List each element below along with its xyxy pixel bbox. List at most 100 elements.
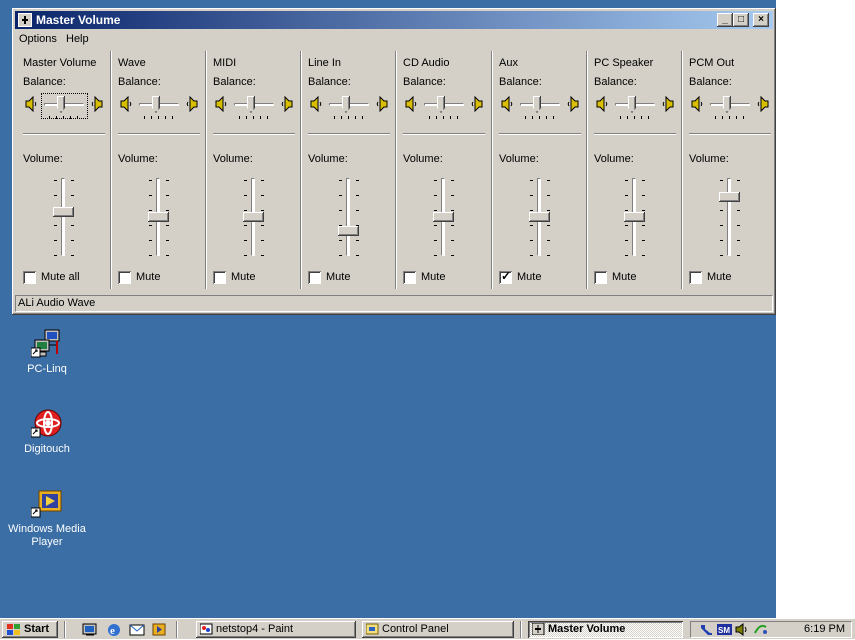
show-desktop-icon[interactable] <box>82 622 98 637</box>
speaker-left-icon <box>689 95 705 113</box>
speaker-right-icon <box>279 95 295 113</box>
desktop-icon-windows-media-player[interactable]: Windows Media Player <box>2 488 92 549</box>
mute-label: Mute <box>136 271 161 283</box>
volume-slider-thumb[interactable] <box>243 212 264 222</box>
title-bar[interactable]: Master Volume _ □ × <box>15 11 773 29</box>
balance-label: Balance: <box>118 76 161 88</box>
channel-divider <box>213 133 295 135</box>
volume-track[interactable] <box>346 178 350 256</box>
speaker-tray-icon[interactable] <box>735 623 750 636</box>
menu-bar: Options Help <box>15 30 773 48</box>
status-bar: ALi Audio Wave <box>15 295 773 312</box>
volume-ticks-right <box>356 180 360 256</box>
balance-slider-thumb[interactable] <box>342 96 350 113</box>
window-title: Master Volume <box>36 13 121 27</box>
channel-divider <box>403 133 485 135</box>
balance-slider-thumb[interactable] <box>152 96 160 113</box>
paint-icon <box>199 623 213 635</box>
mute-checkbox[interactable]: ✓ <box>499 269 512 284</box>
taskbar-button-label: Control Panel <box>382 623 449 635</box>
balance-slider-thumb[interactable] <box>533 96 541 113</box>
speaker-right-icon <box>374 95 390 113</box>
close-button[interactable]: × <box>753 13 769 27</box>
taskbar-button-control-panel[interactable]: Control Panel <box>362 621 514 638</box>
volume-ticks-right <box>71 180 75 256</box>
volume-icon <box>18 13 32 27</box>
balance-label: Balance: <box>213 76 256 88</box>
volume-slider-thumb[interactable] <box>529 212 550 222</box>
mute-checkbox[interactable] <box>403 271 416 284</box>
mute-checkbox[interactable] <box>23 271 36 284</box>
channel-pcm-out: PCM Out Balance: Volume: Mute <box>683 51 778 292</box>
mute-checkbox[interactable] <box>689 271 702 284</box>
balance-label: Balance: <box>594 76 637 88</box>
channel-divider <box>23 133 105 135</box>
volume-label: Volume: <box>23 153 63 165</box>
taskbar-button-label: Master Volume <box>548 623 626 635</box>
volume-slider-thumb[interactable] <box>53 207 74 217</box>
maximize-button[interactable]: □ <box>733 13 749 27</box>
outlook-express-icon[interactable] <box>129 622 145 637</box>
balance-ticks <box>525 116 555 120</box>
channel-divider <box>689 133 771 135</box>
balance-slider-thumb[interactable] <box>247 96 255 113</box>
volume-slider-thumb[interactable] <box>719 192 740 202</box>
focus-indicator <box>41 93 88 119</box>
channel-name: MIDI <box>213 57 237 69</box>
taskbar-button-paint[interactable]: netstop4 - Paint <box>196 621 356 638</box>
desktop-icon-pc-linq[interactable]: PC-Linq <box>2 328 92 376</box>
digitouch-icon <box>30 408 63 440</box>
speaker-left-icon <box>118 95 134 113</box>
desktop: PC-Linq Digitouch Windows Media Player M… <box>0 0 855 618</box>
media-player-quick-icon[interactable] <box>151 622 167 637</box>
volume-icon <box>531 622 545 636</box>
channel-divider <box>308 133 390 135</box>
channel-midi: MIDI Balance: Volume: Mute <box>207 51 302 292</box>
balance-slider-thumb[interactable] <box>723 96 731 113</box>
desktop-icon-digitouch[interactable]: Digitouch <box>2 408 92 456</box>
system-tray: SM 6:19 PM <box>690 621 852 638</box>
channel-name: PC Speaker <box>594 57 654 69</box>
volume-slider-thumb[interactable] <box>624 212 645 222</box>
mixer-panel: Master Volume Balance: Volume: Mute all Wave… <box>17 51 771 292</box>
internet-explorer-icon[interactable]: e <box>106 622 122 637</box>
taskbar-clock[interactable]: 6:19 PM <box>804 623 845 635</box>
minimize-button[interactable]: _ <box>717 13 733 27</box>
phone-tray-icon[interactable] <box>699 623 714 636</box>
balance-label: Balance: <box>499 76 542 88</box>
mute-label: Mute <box>231 271 256 283</box>
balance-slider-thumb[interactable] <box>628 96 636 113</box>
balance-ticks <box>715 116 745 120</box>
volume-track[interactable] <box>61 178 65 256</box>
volume-track[interactable] <box>727 178 731 256</box>
mute-checkbox[interactable] <box>213 271 226 284</box>
mute-checkbox[interactable] <box>594 271 607 284</box>
volume-slider-thumb[interactable] <box>338 226 359 236</box>
control-panel-icon <box>365 623 379 635</box>
speaker-right-icon <box>89 95 105 113</box>
checkmark-icon: ✓ <box>501 269 512 283</box>
volume-slider-thumb[interactable] <box>148 212 169 222</box>
menu-options[interactable]: Options <box>19 33 57 45</box>
mute-checkbox[interactable] <box>308 271 321 284</box>
volume-slider-thumb[interactable] <box>433 212 454 222</box>
balance-label: Balance: <box>308 76 351 88</box>
speaker-right-icon <box>565 95 581 113</box>
media-player-icon <box>30 488 63 520</box>
balance-slider-thumb[interactable] <box>437 96 445 113</box>
volume-ticks-left <box>339 180 343 256</box>
menu-help[interactable]: Help <box>66 33 89 45</box>
network-tray-icon[interactable] <box>753 623 768 636</box>
svg-text:e: e <box>110 625 115 637</box>
desktop-icon-label: Digitouch <box>24 443 70 455</box>
volume-label: Volume: <box>403 153 443 165</box>
taskbar-button-master-volume[interactable]: Master Volume <box>528 621 683 638</box>
taskbar-separator <box>520 621 522 638</box>
channel-name: Wave <box>118 57 146 69</box>
balance-ticks <box>429 116 459 120</box>
volume-label: Volume: <box>499 153 539 165</box>
taskbar: Start e netstop4 - Paint Control Panel M… <box>0 618 855 639</box>
start-button[interactable]: Start <box>2 621 58 638</box>
mute-checkbox[interactable] <box>118 271 131 284</box>
sm-tray-icon[interactable]: SM <box>717 623 732 636</box>
